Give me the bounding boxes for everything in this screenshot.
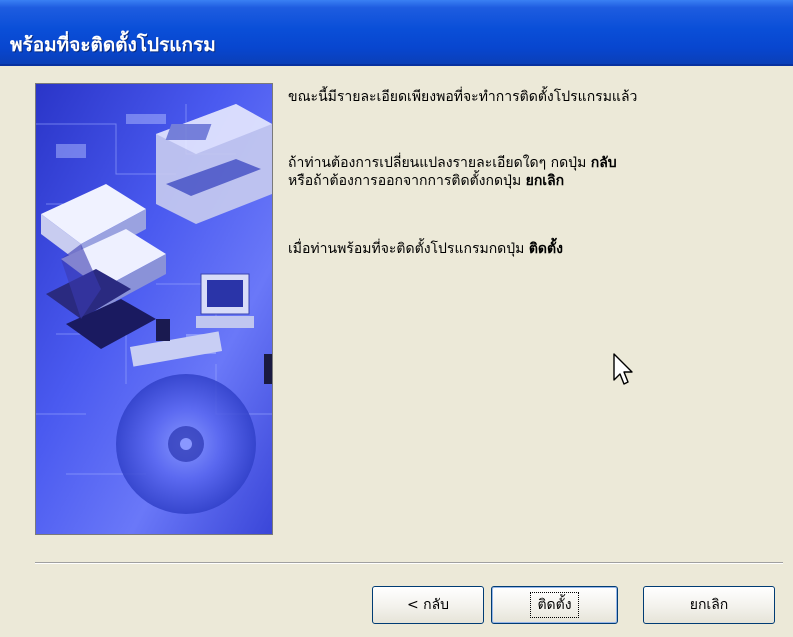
back-button[interactable]: < กลับ xyxy=(372,586,484,624)
cancel-instruction-line: หรือถ้าต้องการออกจากการติดตั้งกดปุ่ม ยกเ… xyxy=(288,172,783,190)
back-keyword: กลับ xyxy=(590,155,617,171)
title-bar: พร้อมที่จะติดตั้งโปรแกรม xyxy=(0,0,793,66)
install-button-label: ติดตั้ง xyxy=(530,592,579,618)
installer-dialog: พร้อมที่จะติดตั้งโปรแกรม ขณะนี้มีรายละเอ… xyxy=(0,0,793,637)
back-button-label: < กลับ xyxy=(406,597,450,613)
install-keyword: ติดตั้ง xyxy=(528,241,563,257)
install-instruction: เมื่อท่านพร้อมที่จะติดตั้งโปรแกรมกดปุ่ม … xyxy=(288,240,783,258)
back-instruction-line: ถ้าท่านต้องการเปลี่ยนแปลงรายละเอียดใดๆ ก… xyxy=(288,154,783,172)
side-banner-image xyxy=(35,83,273,535)
cancel-instruction-text: หรือถ้าต้องการออกจากการติดตั้งกดปุ่ม xyxy=(288,173,526,189)
cancel-button[interactable]: ยกเลิก xyxy=(643,586,775,624)
window-title: พร้อมที่จะติดตั้งโปรแกรม xyxy=(10,34,216,56)
cancel-keyword: ยกเลิก xyxy=(525,173,565,189)
cancel-button-label: ยกเลิก xyxy=(689,597,729,613)
install-instruction-text: เมื่อท่านพร้อมที่จะติดตั้งโปรแกรมกดปุ่ม xyxy=(288,241,529,257)
ready-message: ขณะนี้มีรายละเอียดเพียงพอที่จะทำการติดตั… xyxy=(288,89,638,105)
footer-separator xyxy=(35,562,783,564)
install-button[interactable]: ติดตั้ง xyxy=(491,586,618,624)
change-instructions: ถ้าท่านต้องการเปลี่ยนแปลงรายละเอียดใดๆ ก… xyxy=(288,154,783,190)
mouse-pointer-icon xyxy=(612,352,636,388)
back-instruction-text: ถ้าท่านต้องการเปลี่ยนแปลงรายละเอียดใดๆ ก… xyxy=(288,155,591,171)
